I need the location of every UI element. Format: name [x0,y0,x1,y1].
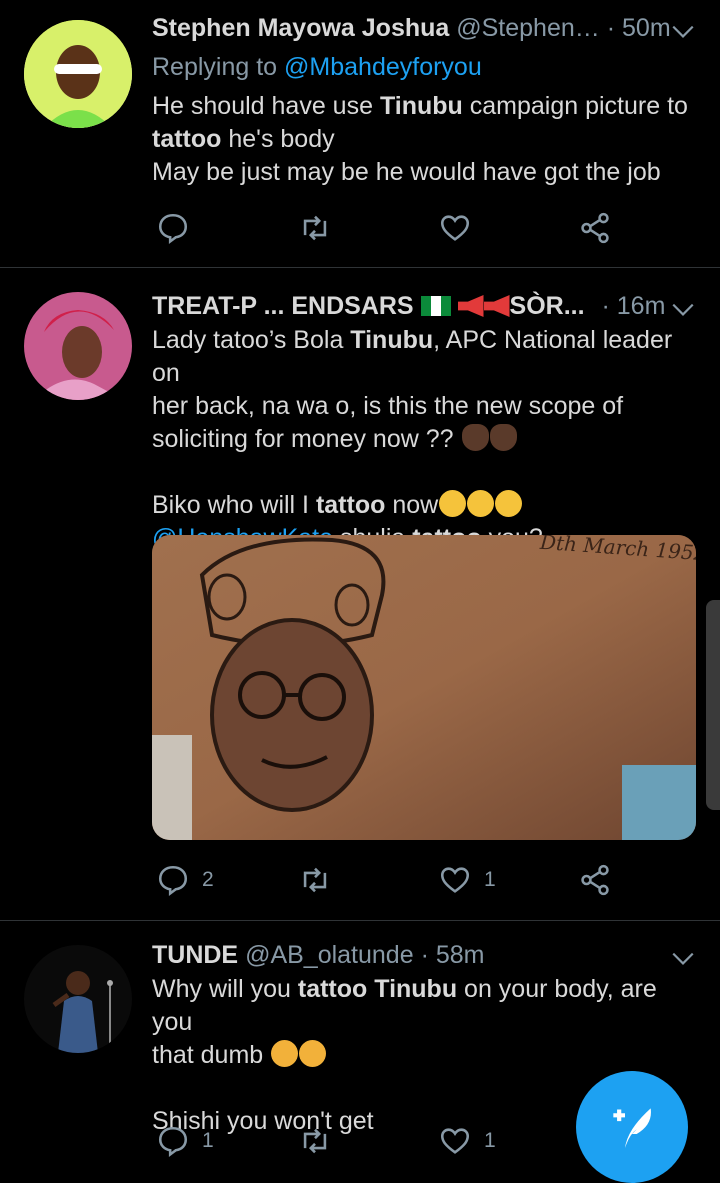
share-icon [581,864,609,896]
retweet-button[interactable] [298,208,344,248]
avatar-image [24,20,132,128]
scrollbar[interactable] [706,600,720,810]
display-name[interactable]: TREAT-P ... ENDSARS SÒR... [152,292,585,320]
retweet-icon [303,1128,327,1154]
tweet-actions: 2 1 [152,860,622,900]
share-button[interactable] [578,208,612,248]
reply-icon [158,865,188,897]
tweet-actions [152,208,622,248]
user-handle[interactable]: @AB_olatunde [245,941,414,969]
text-highlight: tattoo [152,125,222,153]
crying-emoji-icon [299,1040,327,1067]
facepalm-emoji-icon [489,424,517,451]
reply-button[interactable]: 1 [156,1121,214,1161]
share-button[interactable] [578,860,612,900]
facepalm-emoji-icon [461,424,489,451]
timestamp[interactable]: · 50m [607,14,671,42]
thinking-emoji-icon [495,490,523,517]
tweet-text: He should have use Tinubu campaign pictu… [152,90,702,189]
retweet-button[interactable] [298,1121,344,1161]
like-icon [440,867,470,893]
chevron-down-icon[interactable] [670,296,696,322]
replying-prefix: Replying to [152,53,285,81]
text-segment: he's body [221,125,335,153]
megaphone-icon [483,295,510,317]
text-segment: now [385,491,439,519]
text-highlight: tattoo [297,975,368,1003]
reply-button[interactable]: 2 [156,860,214,900]
text-segment: Lady tatoo’s Bola [152,326,351,354]
text-segment: campaign picture to [462,92,688,120]
text-highlight: Tinubu [350,326,434,354]
timestamp[interactable]: · 16m [601,292,665,320]
avatar-image [24,945,132,1053]
timestamp[interactable]: · 58m [421,941,485,969]
reply-icon [158,1126,188,1158]
text-segment: that dumb [152,1041,264,1069]
tweet-header: Stephen Mayowa Joshua @Stephen… · 50m [152,14,696,50]
compose-tweet-icon [613,1108,651,1148]
retweet-icon [303,215,327,241]
tweet-media-image[interactable]: Dth March 1952 [152,535,696,840]
reply-icon [158,213,188,245]
retweet-button[interactable] [298,860,344,900]
like-icon [440,1128,470,1154]
chevron-down-icon[interactable] [670,945,696,971]
user-handle[interactable]: @Stephen… [456,14,600,42]
tweet-actions: 1 1 [152,1121,622,1161]
chevron-down-icon[interactable] [670,18,696,44]
mention-link[interactable]: @Mbahdeyforyou [284,53,482,81]
display-name[interactable]: TUNDE [152,941,238,969]
text-highlight: tattoo [315,491,386,519]
text-highlight: Tinubu [379,92,463,120]
like-button[interactable] [438,208,484,248]
avatar-image [24,292,132,400]
thinking-emoji-icon [467,490,495,517]
reply-count: 2 [202,868,214,891]
megaphone-icon [457,295,484,317]
like-icon [440,215,470,241]
text-segment: May be just may be he would have got the… [152,158,661,186]
text-segment: her back, na wa o, is this the new scope… [152,392,624,420]
text-segment: soliciting for money now ?? [152,425,454,453]
avatar[interactable] [24,292,132,400]
nigeria-flag-icon [420,296,451,316]
text-segment: He should have use [152,92,380,120]
display-name-text: TREAT-P ... ENDSARS [152,292,414,320]
avatar[interactable] [24,945,132,1053]
reply-button[interactable] [156,208,202,248]
tweet-text: Lady tatoo’s Bola Tinubu, APC National l… [152,324,702,555]
display-name[interactable]: Stephen Mayowa Joshua [152,14,449,42]
display-name-suffix: SÒR... [509,292,585,320]
reply-count: 1 [202,1129,214,1152]
like-count: 1 [484,868,496,891]
text-segment: Why will you [152,975,298,1003]
avatar[interactable] [24,20,132,128]
crying-emoji-icon [271,1040,299,1067]
text-segment: Biko who will I [152,491,316,519]
tweet-header: TREAT-P ... ENDSARS SÒR... · 16m [152,292,696,328]
replying-to: Replying to @Mbahdeyforyou [152,53,482,82]
tattoo-photo: Dth March 1952 [152,535,696,840]
like-button[interactable]: 1 [438,860,496,900]
text-highlight: Tinubu [374,975,458,1003]
like-button[interactable]: 1 [438,1121,496,1161]
retweet-icon [303,867,327,893]
tweet-header: TUNDE @AB_olatunde · 58m [152,941,696,977]
thinking-emoji-icon [439,490,467,517]
tweet-1[interactable]: Stephen Mayowa Joshua @Stephen… · 50m Re… [0,0,720,268]
compose-tweet-button[interactable] [576,1071,688,1183]
share-icon [581,212,609,244]
like-count: 1 [484,1129,496,1152]
